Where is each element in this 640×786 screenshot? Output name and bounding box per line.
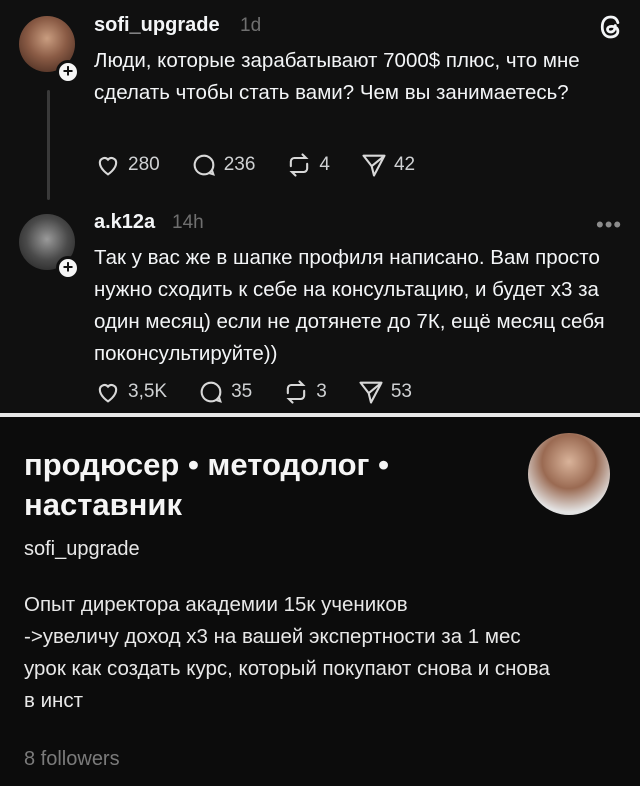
repost-count: 3 bbox=[316, 381, 327, 402]
threads-logo-icon[interactable] bbox=[596, 12, 626, 42]
share-count: 53 bbox=[390, 381, 412, 402]
post-username[interactable]: a.k12a bbox=[94, 211, 155, 234]
thread-connector-line bbox=[47, 90, 50, 200]
post-actions: 280 236 4 42 bbox=[94, 150, 445, 180]
followers-count[interactable]: 8 followers bbox=[24, 748, 120, 771]
threads-feed: + sofi_upgrade 1d Люди, которые зарабаты… bbox=[0, 0, 640, 413]
post-text: Так у вас же в шапке профиля написано. В… bbox=[94, 246, 605, 365]
more-horizontal-icon[interactable]: ••• bbox=[596, 212, 622, 238]
heart-icon bbox=[98, 384, 118, 403]
send-icon bbox=[359, 381, 383, 404]
bio-line: ->увеличу доход х3 на вашей экспертности… bbox=[24, 625, 521, 648]
post-username[interactable]: sofi_upgrade bbox=[94, 14, 220, 37]
profile-avatar[interactable] bbox=[528, 433, 610, 515]
comment-button[interactable]: 236 bbox=[190, 151, 256, 179]
like-count: 3,5K bbox=[128, 381, 168, 402]
profile-handle[interactable]: sofi_upgrade bbox=[24, 538, 140, 561]
repost-count: 4 bbox=[319, 154, 330, 175]
share-button[interactable]: 42 bbox=[360, 151, 415, 179]
follow-plus-icon[interactable]: + bbox=[56, 60, 80, 84]
heart-icon bbox=[98, 157, 118, 176]
repost-button[interactable]: 4 bbox=[285, 151, 330, 179]
follow-plus-icon[interactable]: + bbox=[56, 256, 80, 280]
bio-line: Опыт директора академии 15к учеников bbox=[24, 593, 408, 616]
repost-icon bbox=[289, 153, 309, 177]
post-text: Люди, которые зарабатывают 7000$ плюс, ч… bbox=[94, 49, 580, 104]
bio-line: в инст bbox=[24, 689, 83, 712]
share-button[interactable]: 53 bbox=[357, 378, 412, 406]
repost-button[interactable]: 3 bbox=[282, 378, 327, 406]
post-actions: 3,5K 35 3 53 bbox=[94, 377, 442, 407]
post-timestamp: 14h bbox=[172, 212, 204, 233]
comment-icon bbox=[193, 154, 215, 176]
profile-header: продюсер • методолог • наставник sofi_up… bbox=[0, 417, 640, 786]
profile-name: продюсер • методолог • наставник bbox=[24, 447, 389, 522]
like-button[interactable]: 280 bbox=[94, 151, 160, 179]
send-icon bbox=[362, 154, 386, 177]
like-button[interactable]: 3,5K bbox=[94, 378, 167, 406]
comment-count: 236 bbox=[223, 154, 256, 175]
share-count: 42 bbox=[393, 154, 416, 175]
comment-button[interactable]: 35 bbox=[197, 378, 252, 406]
like-count: 280 bbox=[128, 154, 160, 175]
bio-line: урок как создать курс, который покупают … bbox=[24, 657, 550, 680]
post-timestamp: 1d bbox=[240, 15, 262, 36]
repost-icon bbox=[286, 380, 306, 404]
comment-count: 35 bbox=[231, 381, 253, 402]
comment-icon bbox=[200, 381, 223, 403]
profile-bio: Опыт директора академии 15к учеников ->у… bbox=[24, 589, 624, 717]
